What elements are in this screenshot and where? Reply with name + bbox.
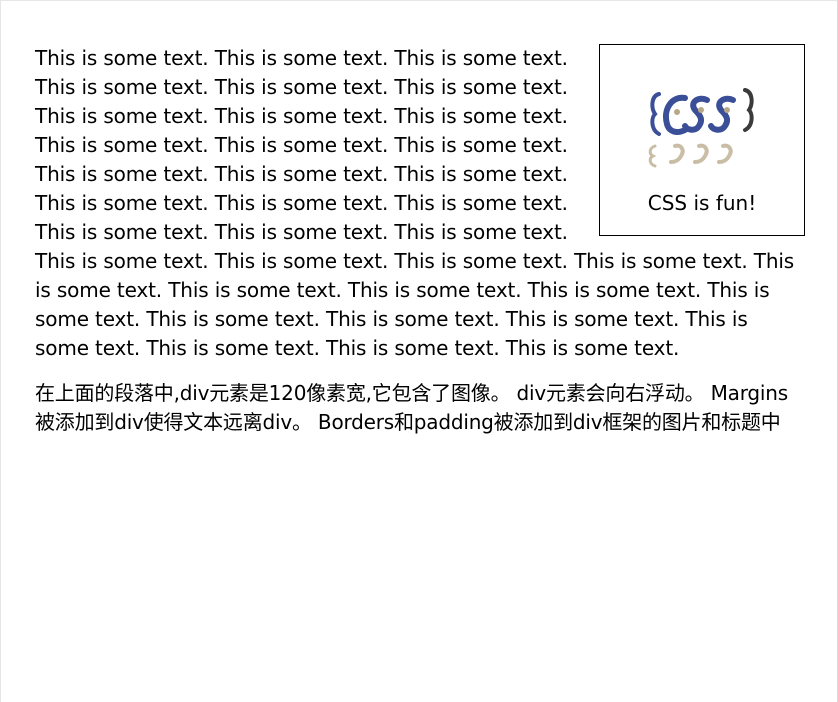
logo-reflection (648, 143, 733, 168)
letter-s-2 (708, 95, 736, 133)
figure-caption: CSS is fun! (647, 191, 757, 215)
content-area: CSS is fun! This is some text. This is s… (35, 44, 805, 437)
right-brace (743, 88, 754, 132)
letter-s-1 (682, 95, 710, 133)
left-brace (650, 92, 661, 136)
note-paragraph: 在上面的段落中,div元素是120像素宽,它包含了图像。 div元素会向右浮动。… (35, 381, 788, 434)
floating-figure: CSS is fun! (599, 44, 805, 236)
css-logo-image (648, 88, 754, 168)
